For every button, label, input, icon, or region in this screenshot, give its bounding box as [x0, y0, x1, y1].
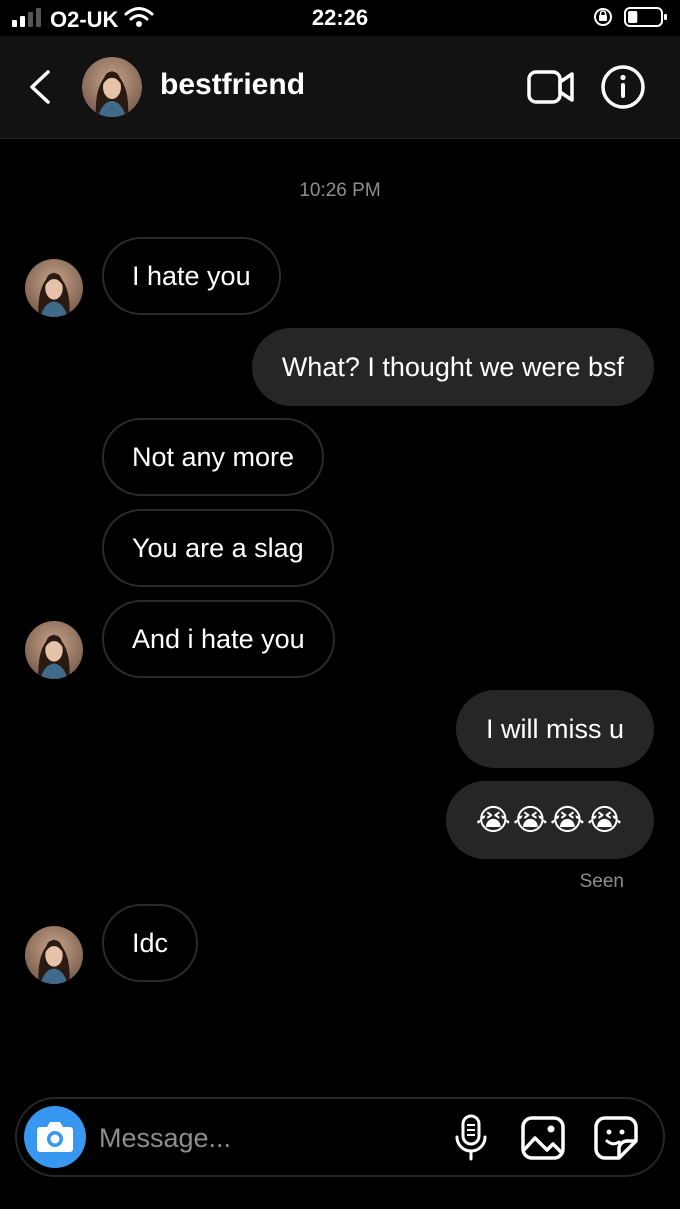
video-call-icon [527, 70, 574, 104]
info-button[interactable] [600, 64, 646, 110]
camera-button[interactable] [24, 1106, 86, 1168]
message-timestamp: 10:26 PM [299, 180, 381, 201]
contact-avatar[interactable] [82, 57, 142, 117]
gallery-button[interactable] [520, 1115, 566, 1161]
sticker-icon [594, 1116, 638, 1160]
camera-icon [37, 1122, 73, 1152]
info-icon [601, 65, 645, 109]
clock: 22:26 [311, 5, 369, 30]
status-bar: O2-UK 22:26 [0, 0, 680, 36]
message-bubble-incoming[interactable]: I hate you [102, 237, 281, 315]
contact-username[interactable]: bestfriend [160, 68, 305, 102]
gallery-icon [521, 1116, 565, 1160]
microphone-icon [455, 1114, 487, 1161]
message-bubble-outgoing-emoji[interactable]: 😭😭😭😭 [445, 781, 654, 859]
back-button[interactable] [22, 64, 62, 110]
message-bubble-outgoing[interactable]: What? I thought we were bsf [251, 328, 654, 406]
video-call-button[interactable] [526, 66, 576, 108]
message-bubble-incoming[interactable]: And i hate you [102, 600, 335, 678]
seen-receipt: Seen [579, 871, 624, 892]
message-bubble-incoming[interactable]: Idc [102, 904, 199, 982]
sender-avatar[interactable] [25, 259, 83, 317]
sender-avatar[interactable] [25, 621, 83, 679]
message-bubble-outgoing[interactable]: I will miss u [455, 690, 654, 768]
message-input[interactable] [99, 1119, 429, 1157]
sender-avatar[interactable] [25, 926, 83, 984]
message-composer [15, 1097, 665, 1177]
message-bubble-incoming[interactable]: You are a slag [102, 509, 334, 587]
sticker-button[interactable] [593, 1115, 639, 1161]
back-chevron-icon [30, 70, 50, 104]
orientation-lock-icon [592, 6, 614, 33]
battery-icon [624, 6, 668, 33]
chat-header: bestfriend [0, 36, 680, 139]
message-bubble-incoming[interactable]: Not any more [102, 418, 325, 496]
voice-message-button[interactable] [453, 1113, 489, 1163]
